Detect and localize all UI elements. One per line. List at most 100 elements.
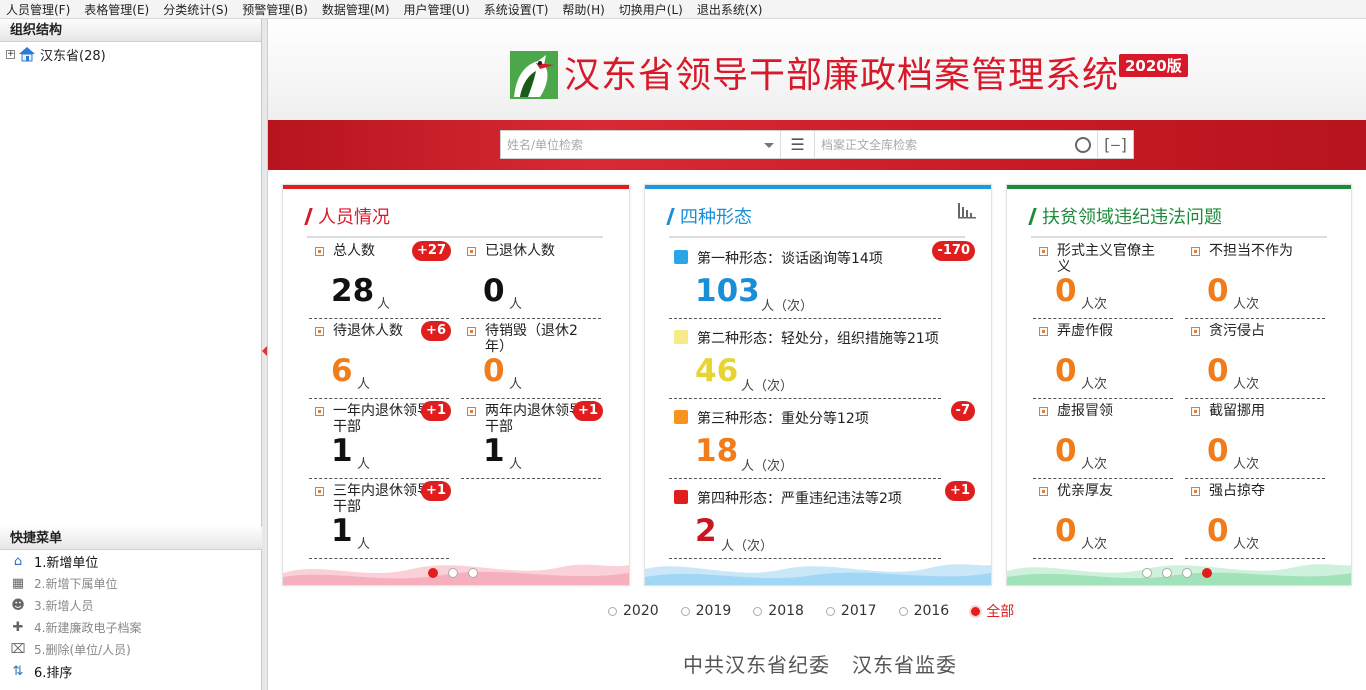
quick-menu-item[interactable]: ✚ 4.新建廉政电子档案 [0, 616, 262, 638]
stat-unit: 人 [509, 377, 523, 392]
four-forms-card: 四种形态 第一种形态：谈话函询等14项 103 人（次） -170 第二种形态：轻处分，… [644, 184, 992, 586]
name-unit-search-input[interactable]: 姓名/单位检索 [501, 131, 781, 158]
issue-unit: 人次 [1081, 297, 1108, 312]
form-row[interactable]: 第四种形态：严重违纪违法等2项 2 人（次） +1 [669, 479, 975, 559]
pager-dot[interactable] [468, 568, 478, 578]
form-row[interactable]: 第一种形态：谈话函询等14项 103 人（次） -170 [669, 239, 975, 319]
stat-unit: 人 [357, 537, 371, 552]
list-menu-icon[interactable]: ☰ [781, 131, 815, 158]
stat-value: 6 [331, 353, 353, 389]
menu-item[interactable]: 用户管理(U) [404, 1, 470, 18]
bullet-icon [467, 407, 476, 416]
stat-cell[interactable]: 待销毁（退休2年） 0 人 [459, 319, 601, 399]
stat-cell[interactable]: 三年内退休领导干部 1 人 +1 [307, 479, 451, 559]
issue-cell[interactable]: 优亲厚友 0 人次 [1031, 479, 1173, 559]
issue-unit: 人次 [1233, 297, 1260, 312]
year-option-2018[interactable]: 2018 [753, 601, 804, 621]
pager-dot[interactable] [428, 568, 438, 578]
issue-cell[interactable]: 截留挪用 0 人次 [1183, 399, 1325, 479]
issue-cell[interactable]: 强占掠夺 0 人次 [1183, 479, 1325, 559]
stat-cell[interactable]: 已退休人数 0 人 [459, 239, 601, 319]
collapse-arrow-icon[interactable] [262, 346, 267, 356]
scan-icon[interactable]: [‒] [1097, 131, 1133, 158]
pager-dot[interactable] [1182, 568, 1192, 578]
sort-icon: ⇅ [12, 663, 24, 679]
issue-cell[interactable]: 虚报冒领 0 人次 [1031, 399, 1173, 479]
radio-icon[interactable] [971, 606, 981, 616]
radio-icon[interactable] [680, 606, 690, 616]
menu-item[interactable]: 分类统计(S) [163, 1, 228, 18]
stat-cell[interactable]: 两年内退休领导干部 1 人 +1 [459, 399, 603, 479]
bar-chart-icon[interactable] [957, 201, 977, 219]
menu-item[interactable]: 预警管理(B) [242, 1, 308, 18]
bullet-icon [467, 247, 476, 256]
left-panel: 组织结构 + 汉东省(28) 快捷菜单 ⌂ 1.新增单位 ▦ 2.新增下属单位 ☻ 3.新… [0, 19, 262, 690]
personnel-card: 人员情况 总人数 28 人 +27 已退休人数 0 人待退休人数 6 人 +6 待销毁（退休2年） 0… [282, 184, 630, 586]
menu-item[interactable]: 退出系统(X) [697, 1, 763, 18]
form-row[interactable]: 第三种形态：重处分等12项 18 人（次） -7 [669, 399, 975, 479]
org-structure-title: 组织结构 [0, 19, 261, 42]
stat-cell[interactable]: 待退休人数 6 人 +6 [307, 319, 451, 399]
quick-menu-item[interactable]: ☻ 3.新增人员 [0, 594, 262, 616]
issue-cell[interactable]: 不担当不作为 0 人次 [1183, 239, 1325, 319]
form-unit: 人（次） [741, 379, 794, 394]
radio-icon[interactable] [608, 606, 617, 616]
radio-icon[interactable] [825, 606, 835, 616]
form-row[interactable]: 第二种形态：轻处分，组织措施等21项 46 人（次） [669, 319, 965, 399]
year-option-2019[interactable]: 2019 [680, 601, 731, 621]
plus-box-icon: ✚ [12, 619, 24, 635]
quick-menu-label: 3.新增人员 [34, 598, 94, 613]
menu-item[interactable]: 系统设置(T) [484, 1, 549, 18]
issue-value: 0 [1055, 353, 1077, 389]
expand-icon[interactable]: + [6, 49, 15, 59]
search-band: 姓名/单位检索 ☰ 档案正文全库检索 [‒] [268, 120, 1366, 170]
issue-unit: 人次 [1081, 377, 1108, 392]
radio-icon[interactable] [898, 606, 908, 616]
tree-node-root[interactable]: + 汉东省(28) [0, 42, 261, 66]
year-option-2016[interactable]: 2016 [898, 601, 949, 621]
menu-item[interactable]: 表格管理(E) [84, 1, 149, 18]
chevron-down-icon[interactable] [764, 143, 774, 148]
tree-node-label[interactable]: 汉东省(28) [40, 45, 106, 64]
search-bar: 姓名/单位检索 ☰ 档案正文全库检索 [‒] [500, 130, 1134, 159]
issue-unit: 人次 [1233, 377, 1260, 392]
change-badge: -170 [932, 241, 975, 261]
menu-item[interactable]: 切换用户(L) [619, 1, 683, 18]
pager-dot[interactable] [448, 568, 458, 578]
issue-label: 优亲厚友 [1057, 483, 1113, 499]
bullet-icon [315, 247, 324, 256]
form-label: 第一种形态：谈话函询等14项 [697, 251, 883, 267]
quick-menu-item[interactable]: ⌂ 1.新增单位 [0, 550, 262, 572]
quick-menu-item[interactable]: ▦ 2.新增下属单位 [0, 572, 262, 594]
pager-dot[interactable] [1162, 568, 1172, 578]
issue-label: 形式主义官僚主义 [1057, 243, 1155, 275]
stat-label: 已退休人数 [485, 243, 555, 259]
issue-value: 0 [1207, 273, 1229, 309]
issue-value: 0 [1207, 353, 1229, 389]
year-label: 2017 [840, 603, 877, 619]
issue-cell[interactable]: 弄虚作假 0 人次 [1031, 319, 1173, 399]
pager-dot[interactable] [1142, 568, 1152, 578]
stat-cell[interactable]: 一年内退休领导干部 1 人 +1 [307, 399, 451, 479]
issue-label: 弄虚作假 [1057, 323, 1113, 339]
quick-menu-item[interactable]: ⌧ 5.删除(单位/人员) [0, 638, 262, 660]
stat-cell[interactable]: 总人数 28 人 +27 [307, 239, 451, 319]
issue-cell[interactable]: 贪污侵占 0 人次 [1183, 319, 1325, 399]
menu-item[interactable]: 人员管理(F) [6, 1, 70, 18]
bullet-icon [467, 327, 476, 336]
radio-icon[interactable] [753, 606, 763, 616]
menu-item[interactable]: 数据管理(M) [322, 1, 390, 18]
change-badge: +1 [945, 481, 975, 501]
year-option-全部[interactable]: 全部 [971, 601, 1014, 621]
pager-dot[interactable] [1202, 568, 1212, 578]
issue-cell[interactable]: 形式主义官僚主义 0 人次 [1031, 239, 1173, 319]
year-option-2017[interactable]: 2017 [825, 601, 877, 621]
year-option-2020[interactable]: 2020 [608, 601, 659, 621]
system-title: 汉东省领导干部廉政档案管理系统 [564, 55, 1120, 96]
fulltext-search-input[interactable]: 档案正文全库检索 [815, 131, 1097, 158]
search-icon[interactable] [1075, 137, 1091, 153]
quick-menu-item[interactable]: ⇅ 6.排序 [0, 660, 262, 682]
menu-item[interactable]: 帮助(H) [562, 1, 604, 18]
change-badge: +1 [573, 401, 603, 421]
form-label: 第四种形态：严重违纪违法等2项 [697, 491, 902, 507]
